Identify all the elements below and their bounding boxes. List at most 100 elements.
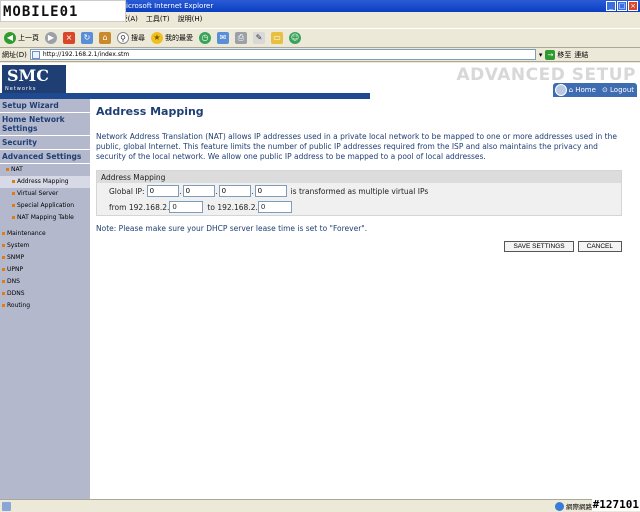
bullet-icon [12,180,15,183]
global-ip-label: Global IP: [109,186,145,196]
star-icon: ★ [151,32,163,44]
stop-icon: × [63,32,75,44]
go-button[interactable]: → 移至 [545,49,572,60]
save-settings-button[interactable]: SAVE SETTINGS [504,241,574,252]
menu-tools[interactable]: 工具(T) [146,12,170,26]
sidebar-item-system[interactable]: System [0,240,90,252]
mail-button[interactable]: ✉ [217,32,229,44]
top-nav: ⌂ Home ⊙ Logout [552,83,637,97]
print-button[interactable]: ⎙ [235,32,247,44]
history-icon: ◷ [199,32,211,44]
sidebar: Setup Wizard Home Network Settings Secur… [0,99,90,499]
to-input[interactable]: 0 [257,201,292,213]
global-ip-octet-4[interactable]: 0 [254,185,287,197]
sidebar-item-home-network[interactable]: Home Network Settings [0,113,90,136]
back-button[interactable]: ◀ 上一頁 [4,32,39,44]
dhcp-note: Note: Please make sure your DHCP server … [96,224,368,233]
address-input[interactable]: http://192.168.2.1/index.stm [29,49,536,60]
sidebar-item-dns[interactable]: DNS [0,276,90,288]
bullet-icon [12,216,15,219]
globe-icon [554,84,567,96]
sidebar-item-ddns[interactable]: DDNS [0,288,90,300]
sidebar-item-security[interactable]: Security [0,136,90,150]
refresh-button[interactable]: ↻ [81,32,93,44]
global-ip-octet-3[interactable]: 0 [218,185,251,197]
sidebar-item-snmp[interactable]: SNMP [0,252,90,264]
search-icon: ⚲ [117,32,129,44]
zone-label: 網際網路 [566,503,592,511]
bullet-icon [2,280,5,283]
bullet-icon [2,268,5,271]
edit-icon: ✎ [253,32,265,44]
sidebar-item-setup-wizard[interactable]: Setup Wizard [0,99,90,113]
messenger-button[interactable]: ☺ [289,32,301,44]
toolbar: ◀ 上一頁 ▶ × ↻ ⌂ ⚲ 搜尋 ★ 我的最愛 ◷ ✉ ⎙ ✎ ▭ ☺ [0,28,640,48]
smc-logo: SMC Networks [2,65,66,93]
folder-icon: ▭ [271,32,283,44]
action-buttons: SAVE SETTINGS CANCEL [96,241,622,252]
mail-icon: ✉ [217,32,229,44]
status-bar: 網際網路 #127101 [0,498,640,512]
main-content: Address Mapping Network Address Translat… [96,105,626,252]
page-icon [31,51,40,59]
sidebar-item-nat[interactable]: NAT [0,164,90,176]
menu-help[interactable]: 說明(H) [178,12,203,26]
sidebar-item-address-mapping[interactable]: Address Mapping [0,176,90,188]
window-title: Microsoft Internet Explorer [120,2,214,10]
sidebar-item-upnp[interactable]: UPNP [0,264,90,276]
maximize-button[interactable]: □ [617,1,627,11]
search-button[interactable]: ⚲ 搜尋 [117,32,145,44]
home-icon: ⌂ [99,32,111,44]
router-header: SMC Networks ADVANCED SETUP ⌂ Home ⊙ Log… [0,63,640,99]
sidebar-item-virtual-server[interactable]: Virtual Server [0,188,90,200]
stop-button[interactable]: × [63,32,75,44]
from-label: from 192.168.2. [109,202,170,212]
cancel-button[interactable]: CANCEL [577,241,622,252]
global-ip-octet-1[interactable]: 0 [146,185,179,197]
sidebar-item-advanced[interactable]: Advanced Settings [0,150,90,164]
bullet-icon [2,256,5,259]
back-arrow-icon: ◀ [4,32,16,44]
status-zone: 網際網路 [555,501,592,511]
favorites-button[interactable]: ★ 我的最愛 [151,32,193,44]
forward-arrow-icon: ▶ [45,32,57,44]
go-arrow-icon: → [545,49,556,60]
global-ip-row: Global IP: 0 . 0 . 0 . 0 is transformed … [109,185,429,197]
forward-button[interactable]: ▶ [45,32,57,44]
sidebar-item-maintenance[interactable]: Maintenance [0,228,90,240]
advanced-setup-title: ADVANCED SETUP [456,65,636,85]
bullet-icon [2,232,5,235]
minimize-button[interactable]: _ [606,1,616,11]
links-button[interactable]: 連結 [574,50,588,60]
panel-title: Address Mapping [97,171,621,183]
address-label: 網址(D) [2,50,27,59]
go-label: 移至 [557,50,572,59]
watermark-number: #127101 [591,498,640,511]
address-bar: 網址(D) http://192.168.2.1/index.stm ▾ → 移… [0,48,640,62]
bullet-icon [2,304,5,307]
address-mapping-panel: Address Mapping Global IP: 0 . 0 . 0 . 0… [96,170,622,216]
history-button[interactable]: ◷ [199,32,211,44]
address-url: http://192.168.2.1/index.stm [42,51,130,58]
folder-button[interactable]: ▭ [271,32,283,44]
bullet-icon [2,292,5,295]
back-label: 上一頁 [18,34,39,42]
from-input[interactable]: 0 [169,201,204,213]
home-button[interactable]: ⌂ [99,32,111,44]
sidebar-item-routing[interactable]: Routing [0,300,90,312]
brand-name: SMC [7,66,49,85]
messenger-icon: ☺ [289,32,301,44]
to-label: to 192.168.2. [207,202,258,212]
global-ip-octet-2[interactable]: 0 [182,185,215,197]
sidebar-item-nat-mapping-table[interactable]: NAT Mapping Table [0,212,90,224]
edit-button[interactable]: ✎ [253,32,265,44]
home-link[interactable]: ⌂ Home [569,86,596,94]
sidebar-item-special-application[interactable]: Special Application [0,200,90,212]
logout-link[interactable]: ⊙ Logout [602,86,634,94]
address-dropdown-icon[interactable]: ▾ [539,51,543,59]
range-row: from 192.168.2. 0 to 192.168.2. 0 [97,199,621,215]
watermark-logo: MOBILE01 [0,0,126,22]
bullet-icon [2,244,5,247]
refresh-icon: ↻ [81,32,93,44]
close-button[interactable]: × [628,1,638,11]
